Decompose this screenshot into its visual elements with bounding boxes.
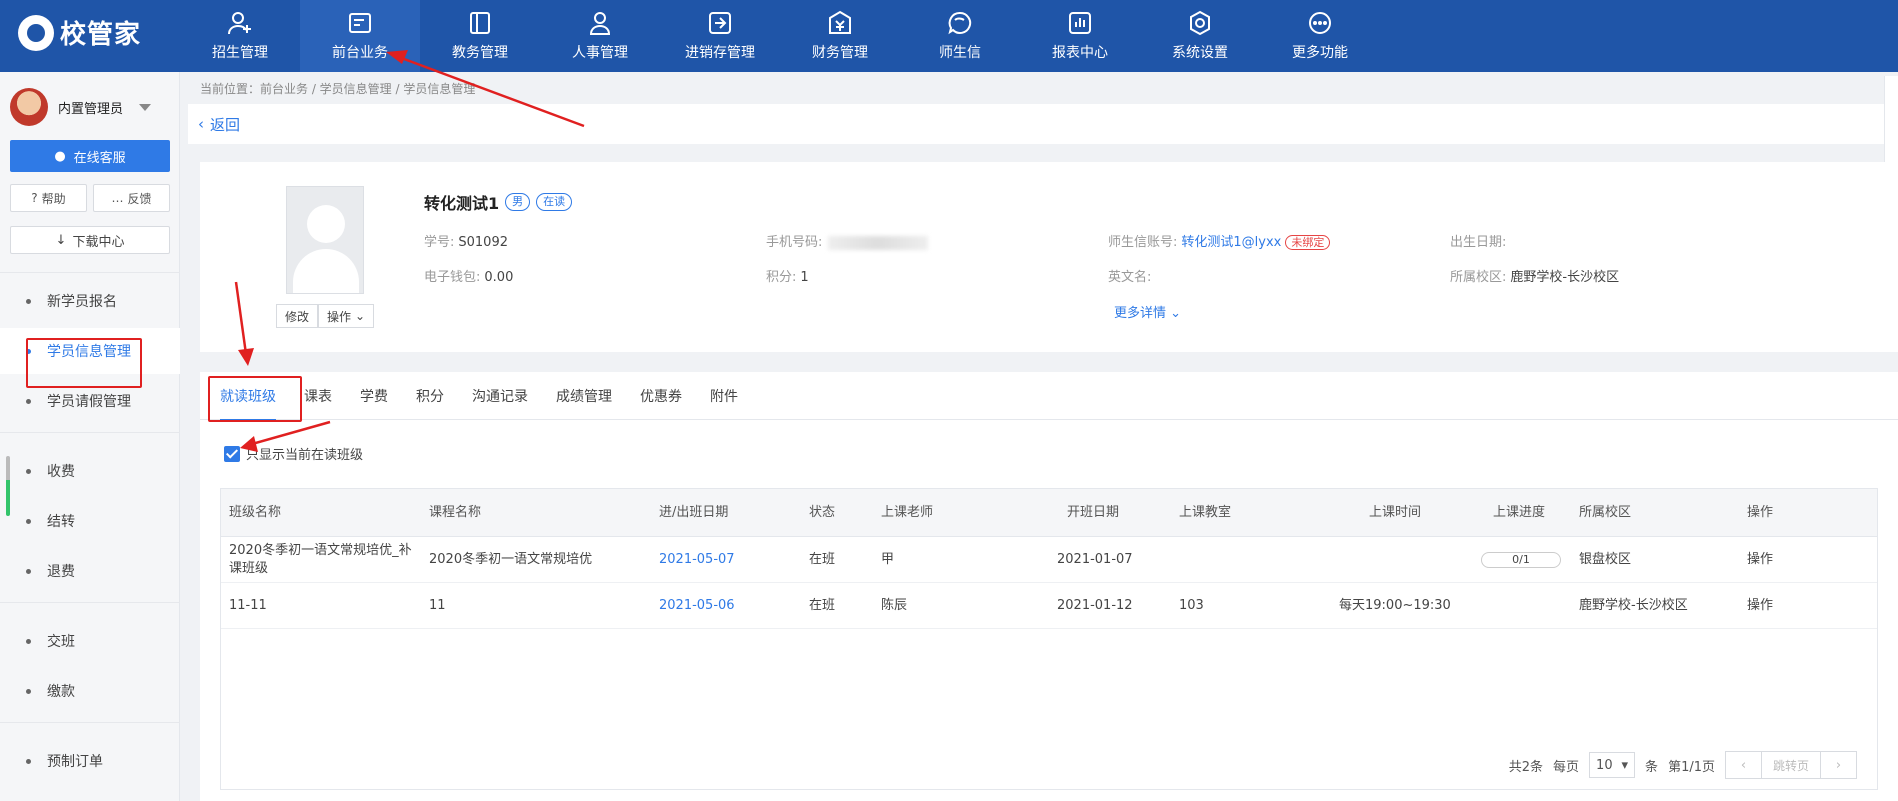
arrow-to-tab bbox=[234, 281, 248, 355]
arrowhead bbox=[240, 436, 258, 452]
arrow-to-checkbox bbox=[251, 420, 331, 446]
arrow-to-nav bbox=[395, 54, 585, 128]
arrowhead bbox=[238, 348, 254, 366]
arrowhead bbox=[386, 50, 408, 64]
arrow-overlay-svg bbox=[234, 50, 585, 452]
